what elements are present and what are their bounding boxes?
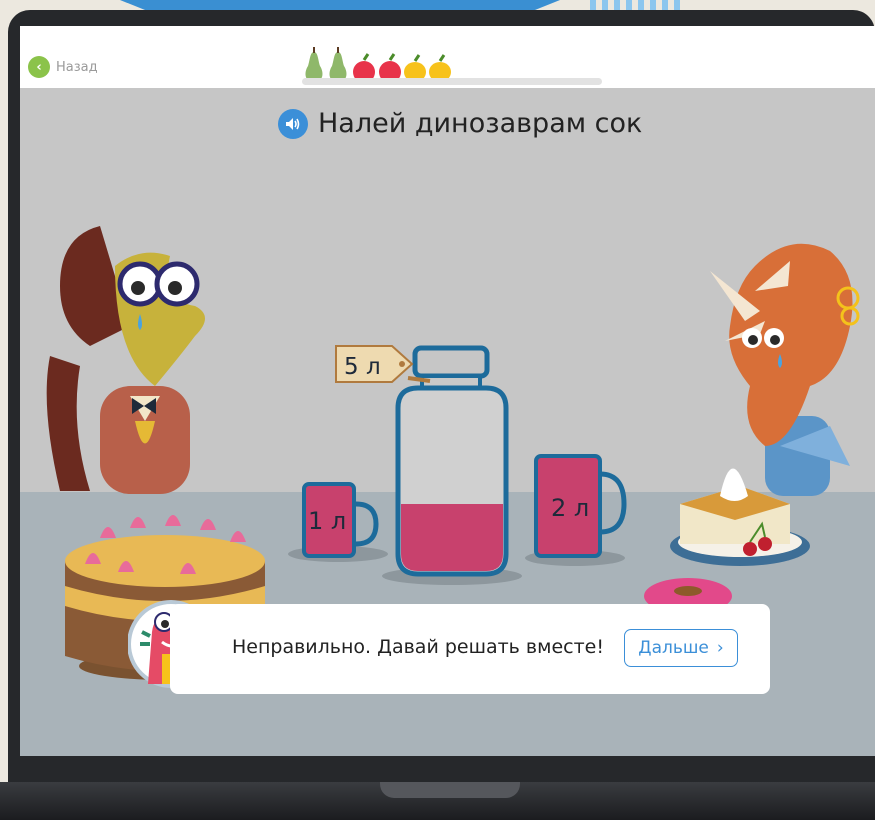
feedback-bar: Неправильно. Давай решать вместе! Дальше… (170, 604, 770, 694)
app-screen: ‹ Назад Налей динозаврам сок 1 л 5 л 2 л… (20, 26, 875, 756)
dinosaur-left-illustration (46, 226, 205, 494)
jar-label: 5 л (344, 354, 381, 380)
chevron-right-icon: › (716, 638, 724, 658)
juice-jar (395, 345, 509, 577)
next-button-label: Дальше (638, 638, 709, 658)
small-cup-label: 1 л (308, 507, 346, 535)
laptop-notch (380, 782, 520, 798)
next-button[interactable]: Дальше › (624, 629, 738, 667)
dinosaur-right-illustration (710, 243, 860, 496)
large-cup-label: 2 л (551, 494, 589, 522)
feedback-message: Неправильно. Давай решать вместе! (232, 636, 604, 658)
